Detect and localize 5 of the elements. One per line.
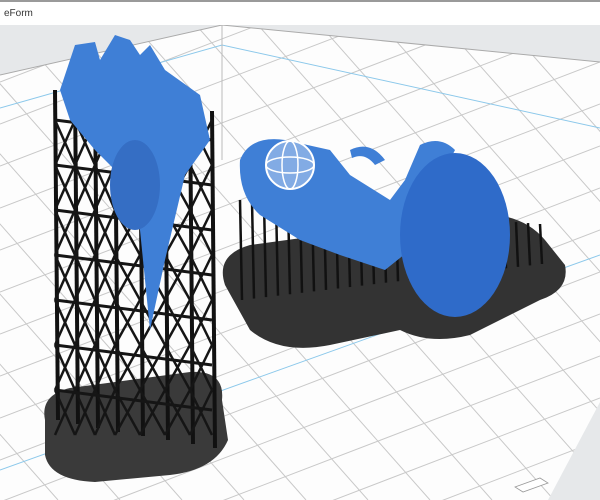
printed-part-drawing[interactable] [44, 35, 228, 482]
printed-part-drawing[interactable] [222, 139, 566, 348]
label-tab-drawing [514, 478, 549, 492]
rotation-gizmo-icon[interactable] [265, 140, 315, 190]
window-title: eForm [4, 7, 33, 21]
